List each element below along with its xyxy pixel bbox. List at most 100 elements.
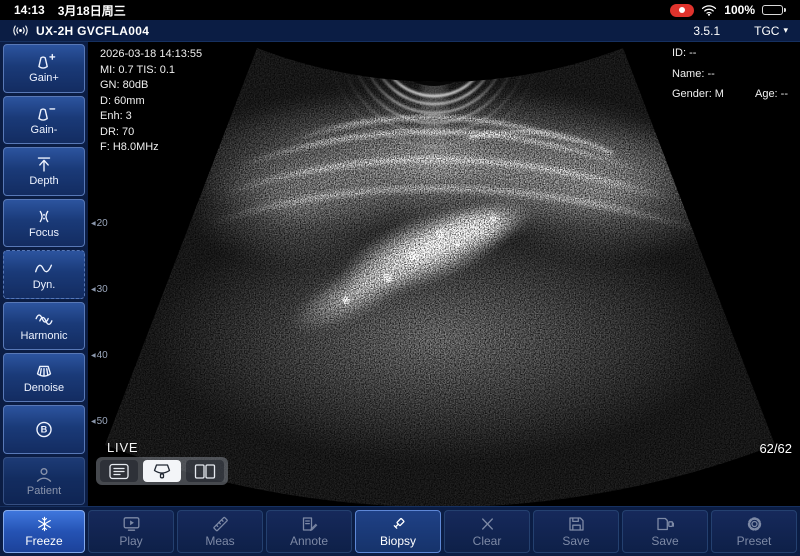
sidebar-item-gain-plus[interactable]: Gain+	[3, 44, 85, 93]
patient-name: Name: --	[672, 68, 788, 80]
sidebar-label: Harmonic	[20, 330, 67, 342]
freeze-label: Freeze	[25, 534, 62, 548]
tool-label: Biopsy	[380, 534, 416, 548]
harmonic-waves-icon	[32, 310, 56, 329]
preset-gear-icon	[745, 516, 764, 532]
battery-percent: 100%	[724, 3, 755, 17]
patient-info: ID: -- Name: -- Gender: M Age: --	[672, 47, 788, 109]
sidebar-item-denoise[interactable]: Denoise	[3, 353, 85, 402]
battery-icon	[762, 5, 786, 15]
tool-label: Save	[651, 534, 678, 548]
play-button[interactable]: Play	[88, 510, 174, 553]
dynamic-curve-icon	[32, 259, 56, 278]
save-image-button[interactable]: Save	[533, 510, 619, 553]
play-icon	[122, 516, 141, 532]
report-view-icon	[106, 463, 132, 480]
clock: 14:13	[14, 3, 45, 17]
header-right: 3.5.1 TGC ▾	[693, 24, 788, 38]
clear-x-icon	[478, 516, 497, 532]
date: 3月18日周三	[58, 2, 126, 19]
sidebar-item-gain-minus[interactable]: Gain-	[3, 96, 85, 145]
device-title-group: UX-2H GVCFLA004	[12, 24, 149, 38]
bottom-toolbar: Freeze Play Meas Annote Bi	[0, 506, 800, 556]
report-view-button[interactable]	[100, 460, 138, 482]
annotate-button[interactable]: Annote	[266, 510, 352, 553]
patient-age: Age: --	[755, 88, 788, 100]
status-bar: 14:13 3月18日周三 100%	[0, 0, 800, 20]
measure-button[interactable]: Meas	[177, 510, 263, 553]
sidebar-item-b-mode[interactable]: B	[3, 405, 85, 454]
sidebar-label: Gain+	[29, 72, 59, 84]
tgc-button[interactable]: TGC ▾	[754, 24, 788, 38]
sidebar-item-focus[interactable]: Focus	[3, 199, 85, 248]
tool-label: Annote	[290, 534, 328, 548]
frame-counter: 62/62	[759, 441, 792, 456]
screen-recording-indicator[interactable]	[670, 4, 694, 17]
depth-mark-50: ◀50	[91, 416, 108, 427]
wifi-icon	[701, 4, 717, 16]
gain-plus-icon	[32, 52, 56, 71]
biopsy-button[interactable]: Biopsy	[355, 510, 441, 553]
image-parameters: 2026-03-18 14:13:55 MI: 0.7 TIS: 0.1 GN:…	[100, 47, 202, 156]
tool-label: Clear	[473, 534, 502, 548]
sidebar-label: Focus	[29, 227, 59, 239]
status-right: 100%	[670, 3, 786, 17]
probe-view-icon	[149, 463, 175, 480]
tool-label: Meas	[205, 534, 234, 548]
save-cine-button[interactable]: Save	[622, 510, 708, 553]
app-header: UX-2H GVCFLA004 3.5.1 TGC ▾	[0, 20, 800, 42]
tool-label: Preset	[737, 534, 772, 548]
depth-mark-20: ◀20	[91, 218, 108, 229]
app-version: 3.5.1	[693, 24, 720, 38]
focus-beams-icon	[32, 207, 56, 226]
mi-tis-value: MI: 0.7 TIS: 0.1	[100, 63, 202, 79]
patient-icon	[32, 465, 56, 484]
sidebar-label: Patient	[27, 485, 61, 497]
freeze-button[interactable]: Freeze	[3, 510, 85, 553]
orientation-marker	[350, 45, 355, 50]
sidebar: Gain+ Gain- Depth Focus	[0, 42, 88, 506]
probe-notch	[382, 42, 486, 86]
patient-id: ID: --	[672, 47, 788, 59]
denoise-probe-icon	[32, 362, 56, 381]
dual-view-icon	[192, 463, 218, 480]
depth-tick-arrow: ◀	[91, 418, 96, 425]
gain-minus-icon	[32, 104, 56, 123]
dynamic-range-value: DR: 70	[100, 125, 202, 141]
depth-tick-arrow: ◀	[91, 286, 96, 293]
preset-button[interactable]: Preset	[711, 510, 797, 553]
biopsy-needle-icon	[389, 516, 408, 532]
svg-text:B: B	[41, 424, 48, 434]
save-image-icon	[567, 516, 586, 532]
patient-gender: Gender: M	[672, 88, 724, 100]
tool-label: Save	[562, 534, 589, 548]
sidebar-item-patient[interactable]: Patient	[3, 457, 85, 506]
frequency-value: F: H8.0MHz	[100, 140, 202, 156]
sidebar-item-depth[interactable]: Depth	[3, 147, 85, 196]
sidebar-label: Depth	[29, 175, 58, 187]
chevron-down-icon: ▾	[783, 26, 788, 35]
measure-caliper-icon	[211, 516, 230, 532]
depth-mark-40: ◀40	[91, 350, 108, 361]
sidebar-label: Denoise	[24, 382, 64, 394]
sidebar-item-dynamic-range[interactable]: Dyn.	[3, 250, 85, 299]
timestamp: 2026-03-18 14:13:55	[100, 47, 202, 63]
depth-mark-30: ◀30	[91, 284, 108, 295]
clear-button[interactable]: Clear	[444, 510, 530, 553]
ultrasound-app: 14:13 3月18日周三 100% UX-2H GVCFLA004	[0, 0, 800, 556]
dual-view-button[interactable]	[186, 460, 224, 482]
ultrasound-view: 2026-03-18 14:13:55 MI: 0.7 TIS: 0.1 GN:…	[88, 42, 800, 506]
probe-view-button[interactable]	[143, 460, 181, 482]
depth-tick-arrow: ◀	[91, 352, 96, 359]
view-mode-strip	[96, 457, 228, 485]
device-name: UX-2H GVCFLA004	[36, 24, 149, 38]
tool-label: Play	[119, 534, 142, 548]
depth-tick-arrow: ◀	[91, 220, 96, 227]
enhance-value: Enh: 3	[100, 109, 202, 125]
gain-value: GN: 80dB	[100, 78, 202, 94]
sidebar-item-harmonic[interactable]: Harmonic	[3, 302, 85, 351]
tgc-label: TGC	[754, 24, 779, 38]
snowflake-icon	[35, 516, 54, 532]
b-mode-icon: B	[32, 420, 56, 439]
depth-value: D: 60mm	[100, 94, 202, 110]
